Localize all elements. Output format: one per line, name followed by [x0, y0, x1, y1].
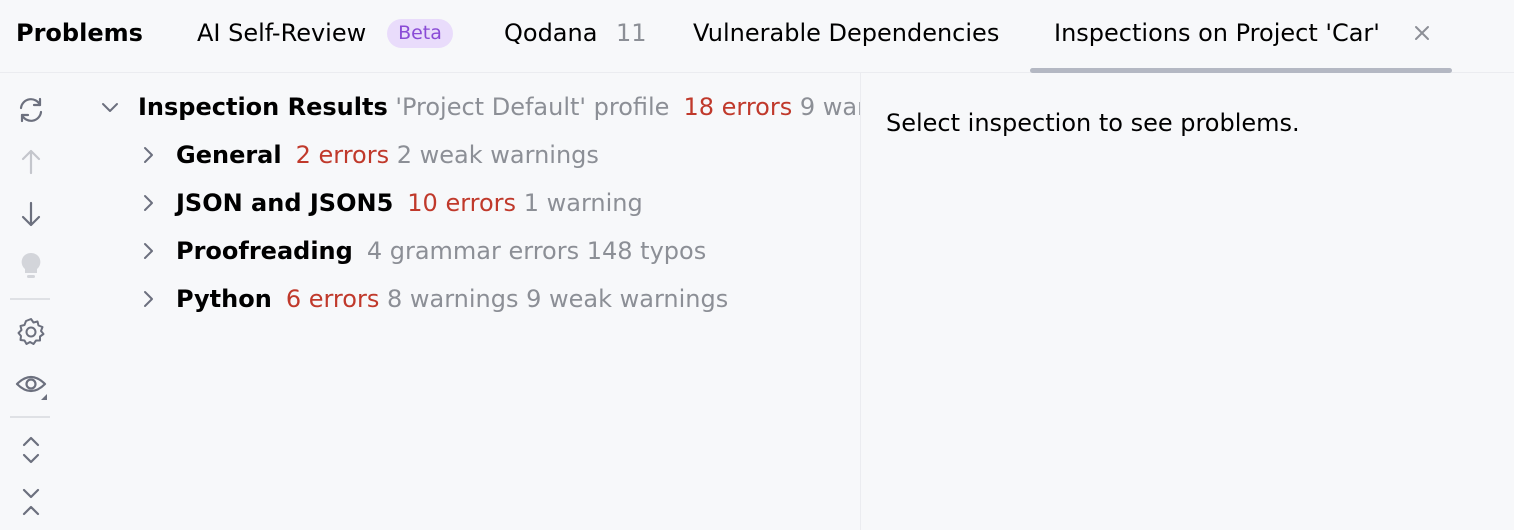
tab-inspections[interactable]: Inspections on Project 'Car': [1054, 17, 1380, 49]
root-label: Inspection Results: [138, 93, 388, 121]
list-item-text: JSON and JSON5 10 errors 1 warning: [176, 187, 643, 219]
list-item-errors: 2 errors: [295, 141, 390, 169]
list-item-label: JSON and JSON5: [176, 189, 394, 217]
collapse-all-icon[interactable]: [14, 485, 48, 519]
chevron-right-icon[interactable]: [136, 239, 160, 263]
root-warnings: 9 war: [799, 93, 860, 121]
list-item-details: 8 warnings 9 weak warnings: [386, 285, 729, 313]
list-item-label: Python: [176, 285, 272, 313]
detail-empty-message: Select inspection to see problems.: [886, 109, 1300, 137]
arrow-up-icon[interactable]: [14, 145, 48, 179]
chevron-right-icon[interactable]: [136, 191, 160, 215]
list-item-details: 4 grammar errors 148 typos: [366, 237, 707, 265]
root-text: Inspection Results 'Project Default' pro…: [138, 91, 860, 123]
eye-icon[interactable]: [14, 367, 48, 401]
list-item-errors: 10 errors: [407, 189, 517, 217]
inspection-results-tree: Inspection Results 'Project Default' pro…: [60, 73, 860, 530]
root-errors: 18 errors: [683, 93, 793, 121]
tool-window-tab-bar: Problems AI Self-Review Beta Qodana 11 V…: [0, 0, 1514, 73]
list-item-text: Python 6 errors 8 warnings 9 weak warning…: [176, 283, 728, 315]
panel-divider[interactable]: [860, 73, 861, 530]
active-tab-indicator: [1030, 68, 1452, 73]
list-item-text: Proofreading 4 grammar errors 148 typos: [176, 235, 706, 267]
list-item-details: 1 warning: [523, 189, 643, 217]
beta-badge: Beta: [387, 19, 453, 48]
arrow-down-icon[interactable]: [14, 197, 48, 231]
tab-problems[interactable]: Problems: [16, 17, 143, 49]
list-item-details: 2 weak warnings: [396, 141, 599, 169]
root-profile: 'Project Default' profile: [395, 93, 670, 121]
chevron-down-icon[interactable]: [98, 95, 122, 119]
chevron-right-icon[interactable]: [136, 287, 160, 311]
tab-ai-self-review[interactable]: AI Self-Review: [197, 17, 366, 49]
toolbar-separator: [10, 298, 50, 300]
chevron-right-icon[interactable]: [136, 143, 160, 167]
list-item-label: Proofreading: [176, 237, 353, 265]
list-item-errors: 6 errors: [285, 285, 380, 313]
gear-icon[interactable]: [14, 315, 48, 349]
lightbulb-icon[interactable]: [14, 248, 48, 282]
close-icon[interactable]: [1410, 21, 1434, 45]
expand-all-icon[interactable]: [14, 433, 48, 467]
list-item-text: General 2 errors 2 weak warnings: [176, 139, 599, 171]
tab-vulnerable-dependencies[interactable]: Vulnerable Dependencies: [693, 17, 999, 49]
refresh-icon[interactable]: [14, 93, 48, 127]
tab-qodana[interactable]: Qodana: [504, 17, 597, 49]
vertical-toolbar: [0, 73, 60, 530]
qodana-count-badge: 11: [616, 19, 647, 47]
toolbar-separator: [10, 416, 50, 418]
list-item-label: General: [176, 141, 282, 169]
